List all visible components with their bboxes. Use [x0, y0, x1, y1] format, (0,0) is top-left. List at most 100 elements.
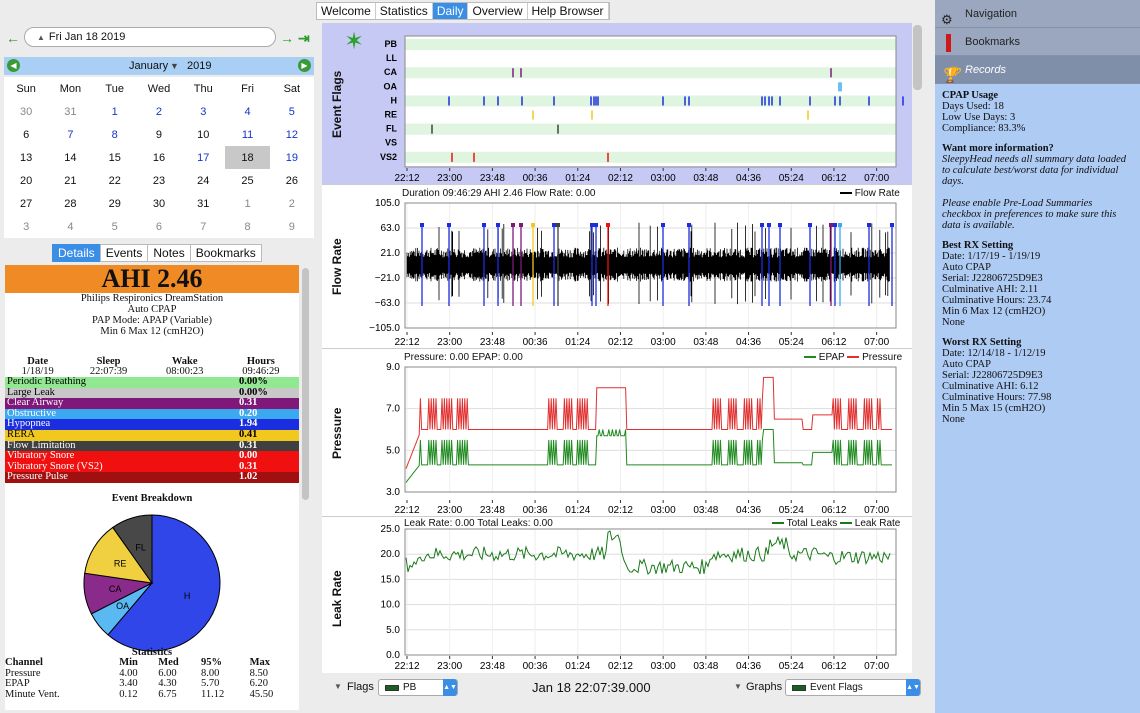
- stats-cell: 6.20: [249, 678, 268, 689]
- flags-select[interactable]: PB ▲▼: [378, 679, 458, 696]
- event-flags-chart[interactable]: PB LL CA OA H RE FL VS VS2 22:12 23:00 23:48 00:36 01…: [322, 23, 912, 185]
- graphs-label[interactable]: Graphs: [746, 681, 782, 693]
- flags-select-value: PB: [403, 682, 417, 693]
- tab-overview[interactable]: Overview: [468, 3, 528, 19]
- date-selector[interactable]: ▲ Fri Jan 18 2019: [24, 27, 276, 47]
- x-tick-label: 00:36: [523, 505, 548, 516]
- calendar-day[interactable]: 25: [225, 169, 269, 192]
- sidebar-item-navigation[interactable]: ⚙ Navigation: [935, 0, 1140, 28]
- calendar-day[interactable]: 9: [137, 123, 181, 146]
- tab-events[interactable]: Events: [99, 244, 149, 262]
- tab-welcome[interactable]: Welcome: [317, 3, 376, 19]
- pressure-chart[interactable]: 9.0 7.0 5.0 3.0 22:12 23:00 23:48 00:36 01:24 02:…: [322, 349, 912, 517]
- y-tick-label: 21.0: [381, 248, 401, 259]
- stats-cell: 6.75: [158, 688, 177, 700]
- x-tick-label: 22:12: [394, 661, 419, 672]
- calendar-year[interactable]: 2019: [187, 57, 211, 75]
- y-tick-label: −21.0: [375, 273, 401, 284]
- graphs-toggle-icon[interactable]: ▼: [734, 682, 742, 691]
- calendar-day[interactable]: 14: [48, 146, 92, 169]
- x-tick-label: 05:24: [779, 661, 804, 672]
- calendar-day[interactable]: 8: [225, 215, 269, 238]
- tab-notes[interactable]: Notes: [147, 244, 191, 262]
- calendar-day[interactable]: 4: [225, 100, 269, 123]
- sidebar-item-bookmarks[interactable]: Bookmarks: [935, 28, 1140, 56]
- calendar-day[interactable]: 16: [137, 146, 181, 169]
- event-name: Periodic Breathing: [7, 376, 87, 387]
- next-day-arrow-icon[interactable]: →: [280, 31, 294, 45]
- calendar-day[interactable]: 31: [181, 192, 225, 215]
- calendar-day[interactable]: 31: [48, 100, 92, 123]
- record-line: Min 5 Max 15 (cmH2O): [942, 403, 1046, 414]
- graph-scrollbar[interactable]: [913, 25, 922, 90]
- tab-help-browser[interactable]: Help Browser: [528, 3, 609, 19]
- graphs-swatch: [792, 685, 806, 691]
- leak-rate-chart[interactable]: 25.0 20.0 15.0 10.0 5.0 0.022:12 23:00 23:48 00:…: [322, 517, 912, 673]
- tab-daily[interactable]: Daily: [432, 3, 469, 19]
- calendar-day[interactable]: 29: [93, 192, 137, 215]
- flow-rate-chart[interactable]: 105.0 63.0 21.0 −21.0 −63.0 −105.0 22:12 23:00 2…: [322, 185, 912, 349]
- calendar-day[interactable]: 17: [181, 146, 225, 169]
- details-scrollbar[interactable]: [302, 268, 309, 500]
- calendar-day[interactable]: 28: [48, 192, 92, 215]
- previous-month-icon[interactable]: ◀: [7, 59, 20, 72]
- calendar-month[interactable]: January: [129, 57, 168, 75]
- calendar-day[interactable]: 30: [4, 100, 48, 123]
- stats-cell: 5.70: [200, 678, 220, 689]
- calendar-day[interactable]: 7: [181, 215, 225, 238]
- calendar-day[interactable]: 24: [181, 169, 225, 192]
- jump-to-last-icon[interactable]: ⇥: [298, 31, 310, 45]
- calendar-day[interactable]: 15: [93, 146, 137, 169]
- calendar-day[interactable]: 7: [48, 123, 92, 146]
- calendar-day[interactable]: 20: [4, 169, 48, 192]
- calendar-day[interactable]: 22: [93, 169, 137, 192]
- previous-day-arrow-icon[interactable]: ←: [6, 31, 20, 45]
- sidebar-item-records[interactable]: 🏆 Records: [935, 56, 1140, 84]
- calendar-day[interactable]: 27: [4, 192, 48, 215]
- calendar-day[interactable]: 21: [48, 169, 92, 192]
- tab-bookmarks[interactable]: Bookmarks: [189, 244, 262, 262]
- calendar-day[interactable]: 3: [4, 215, 48, 238]
- pressure-series: [405, 376, 892, 469]
- calendar-day[interactable]: 12: [270, 123, 314, 146]
- chevron-down-icon[interactable]: ▼: [170, 57, 179, 75]
- record-line: Min 6 Max 12 (cmH2O): [942, 306, 1046, 317]
- flags-toggle-icon[interactable]: ▼: [334, 682, 342, 691]
- plot-frame: [404, 528, 897, 656]
- calendar-day[interactable]: 23: [137, 169, 181, 192]
- calendar-day[interactable]: 2: [137, 100, 181, 123]
- y-tick-label: 3.0: [386, 487, 400, 498]
- calendar-day[interactable]: 4: [48, 215, 92, 238]
- next-month-icon[interactable]: ▶: [298, 59, 311, 72]
- pressure-panel: Pressure Pressure: 0.00 EPAP: 0.00 EPAP …: [322, 349, 912, 517]
- best-rx-list: Date: 1/17/19 - 1/19/19 Auto CPAP Serial: …: [942, 251, 1133, 328]
- calendar-day[interactable]: 2: [270, 192, 314, 215]
- calendar-day[interactable]: 11: [225, 123, 269, 146]
- calendar-day[interactable]: 5: [270, 100, 314, 123]
- calendar-day[interactable]: 1: [93, 100, 137, 123]
- event-name: Clear Airway: [7, 397, 64, 409]
- calendar-day[interactable]: 26: [270, 169, 314, 192]
- tab-statistics[interactable]: Statistics: [376, 3, 433, 19]
- calendar-day[interactable]: 1: [225, 192, 269, 215]
- calendar-day[interactable]: 10: [181, 123, 225, 146]
- bottom-toolbar: ▼ Flags PB ▲▼ Jan 18 22:07:39.000 ▼ Graph…: [322, 676, 928, 700]
- flow-event-marker: [687, 223, 691, 227]
- graphs-select[interactable]: Event Flags ▲▼: [785, 679, 921, 696]
- weekday-label: Sat: [283, 82, 301, 95]
- calendar-day[interactable]: 8: [93, 123, 137, 146]
- calendar-day[interactable]: 6: [137, 215, 181, 238]
- calendar-header: ◀ January ▼ 2019 ▶: [4, 57, 314, 75]
- calendar-day[interactable]: 13: [4, 146, 48, 169]
- calendar-day[interactable]: 19: [270, 146, 314, 169]
- flags-label[interactable]: Flags: [347, 681, 374, 693]
- tab-details[interactable]: Details: [52, 244, 101, 262]
- calendar-day[interactable]: 18: [225, 146, 270, 169]
- calendar-day[interactable]: 3: [181, 100, 225, 123]
- calendar-day[interactable]: 30: [137, 192, 181, 215]
- stats-row: EPAP 3.40 4.30 5.70 6.20: [5, 678, 299, 690]
- calendar-day[interactable]: 5: [93, 215, 137, 238]
- stats-header: Med: [158, 657, 179, 668]
- calendar-day[interactable]: 9: [270, 215, 314, 238]
- calendar-day[interactable]: 6: [4, 123, 48, 146]
